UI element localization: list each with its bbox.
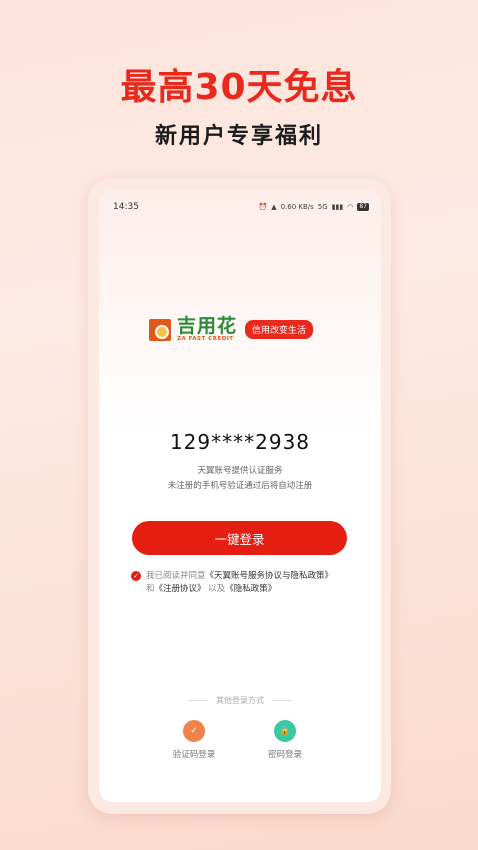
password-login-label: 密码登录 <box>267 750 302 760</box>
auto-register-text: 未注册的手机号验证通过后将自动注册 <box>167 481 313 491</box>
sms-login-option[interactable]: ✓ 验证码登录 <box>159 720 229 760</box>
masked-phone-number: 129****2938 <box>169 430 311 454</box>
signal-icon: ▮▮▮ <box>331 203 344 211</box>
hero-subtitle: 新用户专享福利 <box>154 124 323 149</box>
agree-and2: 以及 <box>208 584 226 594</box>
agree-and: 和 <box>146 584 155 594</box>
divider <box>188 700 208 701</box>
auth-provider-text: 天翼账号提供认证服务 <box>197 466 283 476</box>
status-icons: ⏰ ▲ 0.60 KB/s 5G ▮▮▮ ◠ 87 <box>258 203 369 211</box>
password-login-option[interactable]: 🔒 密码登录 <box>250 720 320 760</box>
brand-slogan: 信用改变生活 <box>245 320 314 339</box>
signal-type: 5G <box>317 203 328 211</box>
agreement: ✓ 我已阅读并同意《天翼账号服务协议与隐私政策》 和《注册协议》 以及《隐私政策… <box>131 570 361 596</box>
register-agreement-link[interactable]: 《注册协议》 <box>155 584 206 594</box>
brand-logo: 吉用花 ZA FAST CREDIT 信用改变生活 <box>149 315 314 343</box>
battery-icon: 87 <box>357 203 369 211</box>
android-icon: ▲ <box>271 203 277 211</box>
shield-icon: ✓ <box>183 720 205 742</box>
status-time: 14:35 <box>113 202 139 212</box>
lock-icon: 🔒 <box>274 720 296 742</box>
wifi-icon: ◠ <box>347 203 354 211</box>
network-speed: 0.60 KB/s <box>280 203 314 211</box>
status-bar: 14:35 ⏰ ▲ 0.60 KB/s 5G ▮▮▮ ◠ 87 <box>113 200 369 214</box>
service-agreement-link[interactable]: 《天翼账号服务协议与隐私政策》 <box>206 571 334 581</box>
privacy-policy-link[interactable]: 《隐私政策》 <box>225 584 276 594</box>
one-click-login-button[interactable]: 一键登录 <box>132 521 347 555</box>
brand-name-en: ZA FAST CREDIT <box>177 336 234 342</box>
agree-prefix: 我已阅读并同意 <box>146 571 206 581</box>
divider <box>272 700 292 701</box>
phone-screen: 14:35 ⏰ ▲ 0.60 KB/s 5G ▮▮▮ ◠ 87 吉用花 ZA F… <box>99 190 381 802</box>
other-login-title: 其他登录方式 <box>99 695 381 706</box>
logo-mark-icon <box>149 318 171 341</box>
sms-login-label: 验证码登录 <box>172 750 216 760</box>
agree-checkbox[interactable]: ✓ <box>131 571 141 581</box>
alarm-icon: ⏰ <box>258 203 268 211</box>
brand-name: 吉用花 <box>177 315 238 337</box>
hero-title: 最高30天免息 <box>120 67 358 108</box>
